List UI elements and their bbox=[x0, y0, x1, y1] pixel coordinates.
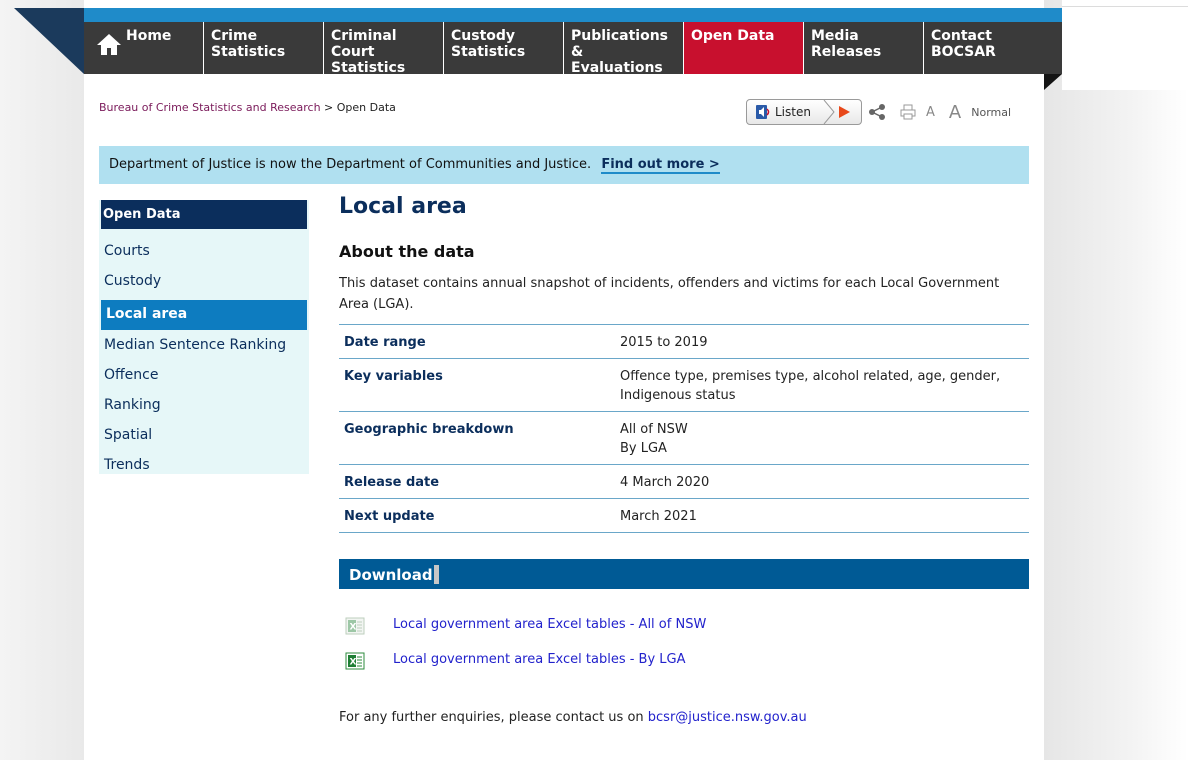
top-line bbox=[1062, 6, 1188, 7]
background-right bbox=[1044, 0, 1188, 760]
sidebar: Open Data Courts Custody Local area Medi… bbox=[99, 200, 309, 474]
nav-fold-right bbox=[1044, 74, 1062, 90]
nav-fold-left bbox=[14, 8, 84, 74]
about-heading: About the data bbox=[339, 242, 475, 261]
sidebar-item-trends[interactable]: Trends bbox=[101, 451, 307, 481]
nav-label-line1: Criminal Court bbox=[331, 28, 397, 60]
background-right-top bbox=[1062, 0, 1188, 90]
nav-label-line2: Statistics bbox=[211, 44, 286, 60]
main-nav: Home Crime Statistics Criminal Court Sta… bbox=[84, 22, 1062, 76]
dataset-metadata-table: Date range 2015 to 2019 Key variables Of… bbox=[339, 324, 1029, 533]
nav-label-line1: Contact bbox=[931, 28, 992, 44]
nav-item-contact-bocsar[interactable]: Contact BOCSAR bbox=[924, 22, 1044, 74]
sidebar-item-offence[interactable]: Offence bbox=[101, 361, 307, 391]
excel-icon: X bbox=[345, 617, 365, 635]
notice-banner: Department of Justice is now the Departm… bbox=[99, 146, 1029, 184]
nav-item-custody-statistics[interactable]: Custody Statistics bbox=[444, 22, 564, 74]
sidebar-item-custody[interactable]: Custody bbox=[101, 267, 307, 297]
nav-label-line2: Releases bbox=[811, 44, 882, 60]
share-icon[interactable] bbox=[868, 103, 886, 121]
breadcrumb: Bureau of Crime Statistics and Research … bbox=[99, 101, 396, 114]
nav-label-line2: Statistics bbox=[331, 60, 406, 76]
meta-row-next-update: Next update March 2021 bbox=[339, 499, 1029, 533]
text-cursor bbox=[433, 565, 439, 584]
meta-row-geographic-breakdown: Geographic breakdown All of NSW By LGA bbox=[339, 412, 1029, 465]
page: Home Crime Statistics Criminal Court Sta… bbox=[84, 8, 1062, 760]
meta-value: 2015 to 2019 bbox=[620, 335, 708, 350]
download-link-by-lga[interactable]: Local government area Excel tables - By … bbox=[393, 652, 686, 667]
page-tools: Listen A A Normal bbox=[746, 99, 1011, 125]
font-size-small-button[interactable]: A bbox=[926, 105, 935, 120]
listen-label: Listen bbox=[775, 105, 811, 119]
nav-item-open-data[interactable]: Open Data bbox=[684, 22, 804, 74]
download-link-all-nsw[interactable]: Local government area Excel tables - All… bbox=[393, 617, 706, 632]
meta-key: Next update bbox=[344, 509, 435, 524]
nav-item-publications-evaluations[interactable]: Publications & Evaluations bbox=[564, 22, 684, 76]
sidebar-item-courts[interactable]: Courts bbox=[101, 237, 307, 267]
nav-item-media-releases[interactable]: Media Releases bbox=[804, 22, 924, 74]
enquiry-email-link[interactable]: bcsr@justice.nsw.gov.au bbox=[648, 710, 807, 725]
speaker-icon bbox=[756, 105, 770, 119]
nav-label: Home bbox=[126, 28, 172, 44]
breadcrumb-current: Open Data bbox=[336, 101, 396, 114]
meta-key: Geographic breakdown bbox=[344, 422, 514, 437]
meta-value: All of NSW By LGA bbox=[620, 422, 688, 456]
notice-text: Department of Justice is now the Departm… bbox=[109, 157, 592, 172]
breadcrumb-parent-link[interactable]: Bureau of Crime Statistics and Research bbox=[99, 101, 321, 114]
download-item: X Local government area Excel tables - A… bbox=[339, 615, 1029, 637]
nav-label-line1: Media bbox=[811, 28, 859, 44]
svg-text:X: X bbox=[350, 623, 357, 633]
meta-key: Release date bbox=[344, 475, 440, 490]
sidebar-item-median-sentence-ranking[interactable]: Median Sentence Ranking bbox=[101, 331, 307, 361]
nav-label-line2: Statistics bbox=[451, 44, 526, 60]
font-size-large-button[interactable]: A bbox=[949, 102, 961, 123]
meta-key: Date range bbox=[344, 335, 426, 350]
sidebar-item-spatial[interactable]: Spatial bbox=[101, 421, 307, 451]
page-title: Local area bbox=[339, 194, 467, 219]
listen-separator bbox=[823, 100, 835, 124]
nav-item-crime-statistics[interactable]: Crime Statistics bbox=[204, 22, 324, 74]
font-size-normal-button[interactable]: Normal bbox=[971, 106, 1011, 119]
header-strip bbox=[84, 8, 1062, 22]
nav-label-line2: BOCSAR bbox=[931, 44, 996, 60]
find-out-more-link[interactable]: Find out more > bbox=[601, 157, 720, 174]
nav-item-home[interactable]: Home bbox=[84, 22, 204, 74]
home-icon bbox=[97, 34, 121, 55]
download-item: X Local government area Excel tables - B… bbox=[339, 650, 1029, 672]
nav-item-criminal-court-statistics[interactable]: Criminal Court Statistics bbox=[324, 22, 444, 76]
sidebar-item-ranking[interactable]: Ranking bbox=[101, 391, 307, 421]
meta-value: Offence type, premises type, alcohol rel… bbox=[620, 369, 1001, 403]
enquiry-text: For any further enquiries, please contac… bbox=[339, 710, 807, 725]
sidebar-heading[interactable]: Open Data bbox=[101, 200, 307, 229]
dataset-description: This dataset contains annual snapshot of… bbox=[339, 276, 1000, 312]
meta-row-release-date: Release date 4 March 2020 bbox=[339, 465, 1029, 499]
sidebar-item-local-area[interactable]: Local area bbox=[101, 300, 307, 330]
nav-label-line1: Publications & bbox=[571, 28, 669, 60]
nav-label-line2: Evaluations bbox=[571, 60, 663, 76]
print-icon[interactable] bbox=[900, 104, 916, 120]
excel-icon: X bbox=[345, 652, 365, 670]
nav-label-line1: Custody bbox=[451, 28, 516, 44]
meta-key: Key variables bbox=[344, 369, 443, 384]
download-heading: Download bbox=[339, 559, 1029, 589]
nav-label-line1: Crime bbox=[211, 28, 258, 44]
listen-button[interactable]: Listen bbox=[746, 99, 862, 125]
meta-row-date-range: Date range 2015 to 2019 bbox=[339, 325, 1029, 359]
download-heading-label: Download bbox=[349, 566, 433, 584]
enquiry-label: For any further enquiries, please contac… bbox=[339, 710, 644, 725]
breadcrumb-separator: > bbox=[324, 101, 334, 114]
background-left bbox=[0, 0, 84, 760]
meta-value: March 2021 bbox=[620, 509, 697, 524]
meta-value: 4 March 2020 bbox=[620, 475, 710, 490]
play-icon[interactable] bbox=[839, 106, 850, 118]
nav-label-line1: Open Data bbox=[691, 28, 775, 44]
meta-row-key-variables: Key variables Offence type, premises typ… bbox=[339, 359, 1029, 412]
svg-text:X: X bbox=[350, 658, 357, 668]
